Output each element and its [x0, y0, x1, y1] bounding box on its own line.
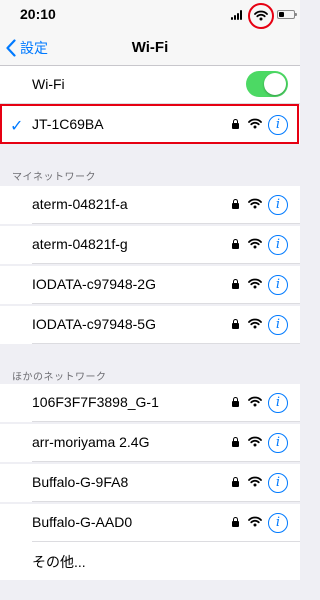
highlight-box — [0, 104, 299, 144]
network-name: IODATA-c97948-2G — [32, 276, 156, 292]
info-icon[interactable]: i — [268, 473, 288, 493]
network-row[interactable]: arr-moriyama 2.4G i — [0, 424, 300, 462]
section-header-my-networks: マイネットワーク — [12, 172, 96, 183]
row-divider — [32, 303, 300, 304]
network-name: Buffalo-G-9FA8 — [32, 474, 129, 490]
network-name: aterm-04821f-a — [32, 196, 128, 212]
network-name: aterm-04821f-g — [32, 236, 128, 252]
info-icon[interactable]: i — [268, 393, 288, 413]
network-row[interactable]: Buffalo-G-AAD0 i — [0, 504, 300, 542]
toggle-knob — [264, 73, 286, 95]
info-icon[interactable]: i — [268, 513, 288, 533]
row-divider — [32, 343, 300, 344]
network-name: arr-moriyama 2.4G — [32, 434, 150, 450]
cellular-signal-icon — [231, 10, 245, 20]
lock-icon — [232, 397, 239, 407]
row-divider — [32, 223, 300, 224]
page-title: Wi-Fi — [131, 39, 169, 56]
battery-level — [279, 12, 284, 17]
section-header-other-networks: ほかのネットワーク — [12, 372, 107, 383]
info-icon[interactable]: i — [268, 235, 288, 255]
network-row[interactable]: IODATA-c97948-2G i — [0, 266, 300, 304]
wifi-signal-icon — [248, 476, 262, 487]
network-name: 106F3F7F3898_G-1 — [32, 394, 159, 410]
network-row[interactable]: aterm-04821f-a i — [0, 186, 300, 224]
wifi-signal-icon — [248, 198, 262, 209]
wifi-signal-icon — [248, 278, 262, 289]
battery-icon — [277, 10, 297, 19]
lock-icon — [232, 239, 239, 249]
network-name: IODATA-c97948-5G — [32, 316, 156, 332]
network-name: Buffalo-G-AAD0 — [32, 514, 133, 530]
wifi-toggle-label: Wi-Fi — [32, 76, 65, 92]
lock-icon — [232, 319, 239, 329]
row-divider — [32, 461, 300, 462]
wifi-signal-icon — [248, 516, 262, 527]
row-divider — [32, 501, 300, 502]
row-divider — [32, 421, 300, 422]
other-network-join-row[interactable]: その他... — [0, 542, 300, 580]
lock-icon — [232, 279, 239, 289]
lock-icon — [232, 477, 239, 487]
lock-icon — [232, 199, 239, 209]
network-row[interactable]: aterm-04821f-g i — [0, 226, 300, 264]
network-row[interactable]: Buffalo-G-9FA8 i — [0, 464, 300, 502]
wifi-toggle-row: Wi-Fi — [0, 66, 300, 104]
wifi-signal-icon — [248, 238, 262, 249]
status-time: 20:10 — [20, 6, 56, 22]
wifi-toggle[interactable] — [246, 71, 288, 97]
network-row[interactable]: IODATA-c97948-5G i — [0, 306, 300, 344]
wifi-signal-icon — [248, 396, 262, 407]
lock-icon — [232, 517, 239, 527]
network-row[interactable]: 106F3F7F3898_G-1 i — [0, 384, 300, 422]
info-icon[interactable]: i — [268, 195, 288, 215]
wifi-signal-icon — [248, 318, 262, 329]
row-divider — [32, 263, 300, 264]
wifi-signal-icon — [248, 436, 262, 447]
info-icon[interactable]: i — [268, 275, 288, 295]
info-icon[interactable]: i — [268, 315, 288, 335]
info-icon[interactable]: i — [268, 433, 288, 453]
lock-icon — [232, 437, 239, 447]
nav-bar: 設定 Wi-Fi — [0, 30, 300, 66]
wifi-status-icon — [248, 3, 274, 29]
other-network-label: その他... — [32, 554, 86, 570]
status-bar: 20:10 — [0, 0, 300, 30]
